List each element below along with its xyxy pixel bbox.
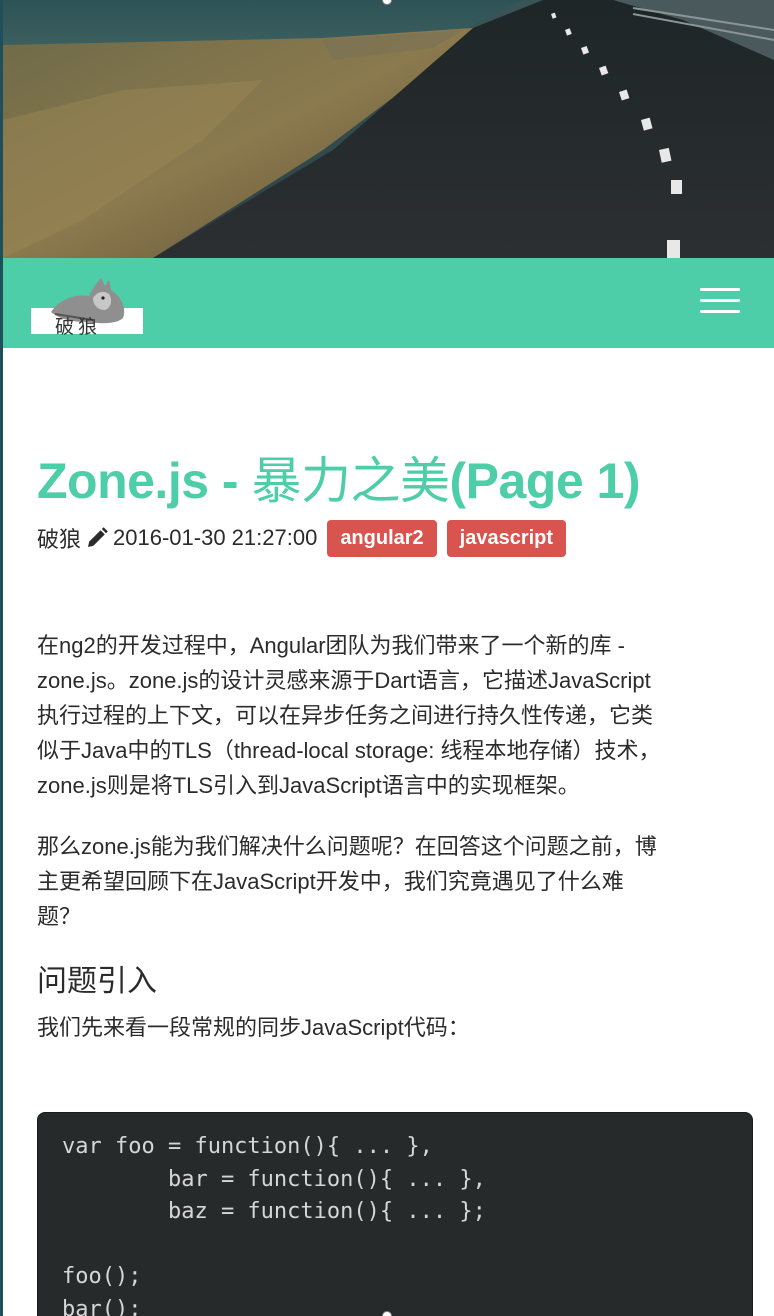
section-heading: 问题引入 [37, 965, 157, 998]
code-block: var foo = function(){ ... }, bar = funct… [37, 1112, 753, 1316]
tag-angular2[interactable]: angular2 [327, 519, 437, 557]
post-title-prefix: Zone.js - [37, 453, 252, 509]
post-title: Zone.js - 暴力之美(Page 1) [37, 450, 749, 512]
post-datetime: 2016-01-30 21:27:00 [113, 525, 318, 550]
code-intro-paragraph: 我们先来看一段常规的同步JavaScript代码： [37, 1015, 470, 1040]
intro-paragraph: 在ng2的开发过程中，Angular团队为我们带来了一个新的库 - zone.j… [37, 633, 661, 798]
post-title-chinese: 暴力之美 [251, 453, 450, 509]
resize-handle-bottom[interactable] [382, 1311, 392, 1316]
header-banner-image [3, 0, 774, 258]
top-navbar: 破狼 [3, 258, 774, 348]
site-logo[interactable]: 破狼 [31, 268, 143, 340]
post-author[interactable]: 破狼 [37, 522, 81, 554]
post-meta: 破狼 2016-01-30 21:27:00 angular2 javascri… [37, 518, 749, 558]
code-text: var foo = function(){ ... }, bar = funct… [62, 1134, 486, 1316]
window-left-border [0, 0, 3, 1316]
logo-text: 破狼 [55, 316, 102, 338]
hamburger-menu-button[interactable] [700, 288, 740, 318]
tag-javascript[interactable]: javascript [446, 519, 567, 557]
question-paragraph: 那么zone.js能为我们解决什么问题呢？在回答这个问题之前，博 主更希望回顾下… [37, 834, 657, 929]
hamburger-menu-icon [700, 288, 740, 291]
article-content: Zone.js - 暴力之美(Page 1) 破狼 2016-01-30 21:… [37, 348, 749, 1045]
post-title-suffix: (Page 1) [449, 453, 640, 509]
pencil-icon [88, 527, 108, 547]
